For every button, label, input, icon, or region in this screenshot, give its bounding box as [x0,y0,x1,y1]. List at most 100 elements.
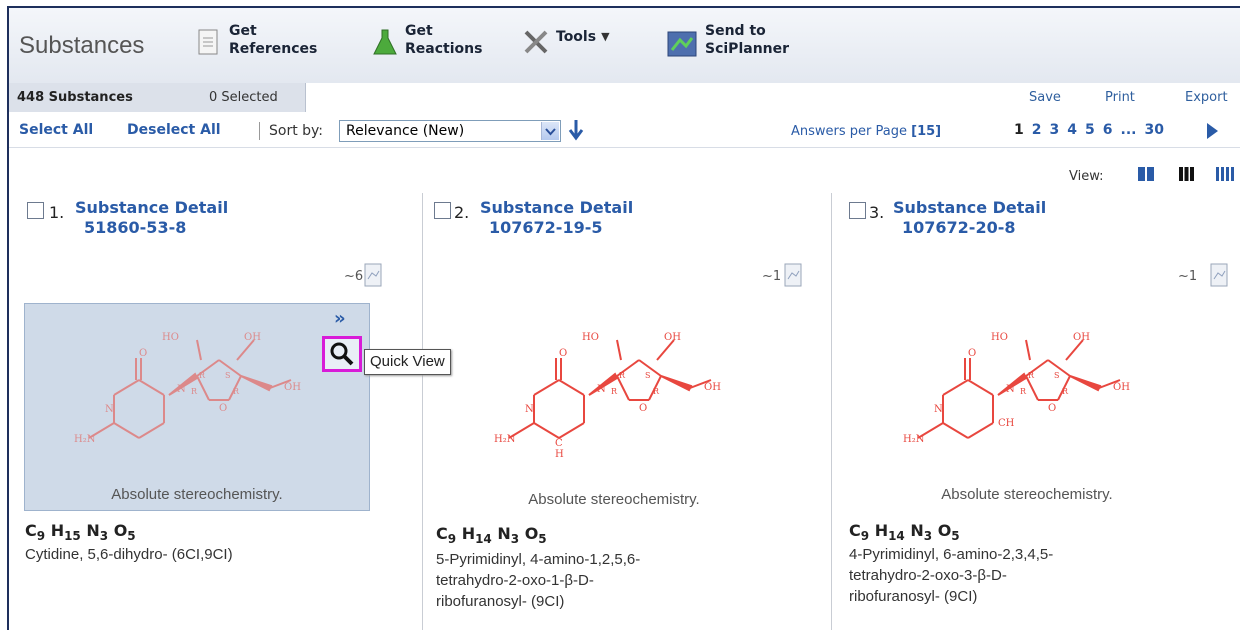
page-link[interactable]: 2 [1032,122,1042,138]
chemical-structure: HO OH O N N O OH H₂N R S R R [74,332,301,445]
page-link[interactable]: 6 [1103,122,1113,138]
stereo-label: S [225,371,230,380]
reference-count: ~1 [1178,269,1198,284]
oxygen-label: O [639,403,647,414]
hydroxyl-label: HO [162,332,179,343]
substance-detail-title: Substance Detail [480,198,634,217]
substance-name-line: ribofuranosyl- (9CI) [849,588,978,605]
substance-name-line: ribofuranosyl- (9CI) [436,593,565,610]
substance-detail-link[interactable]: Substance Detail 51860-53-8 [75,198,228,238]
cas-number: 51860-53-8 [84,218,187,237]
oxygen-label: O [139,348,147,359]
hydroxyl-label: HO [582,332,599,343]
view-label: View: [1069,169,1104,184]
column-divider [422,193,423,630]
substance-name-line: Cytidine, 5,6-dihydro- (6CI,9CI) [25,546,233,563]
save-link[interactable]: Save [1029,90,1061,105]
next-page-icon[interactable] [1205,123,1219,139]
send-to-sciplanner-button[interactable]: Send to SciPlanner [665,22,789,60]
flask-icon [373,29,397,55]
page-link[interactable]: 4 [1067,122,1077,138]
page-ellipsis: ... [1120,122,1137,138]
stereo-label: R [653,387,660,396]
answers-per-page-control[interactable]: Answers per Page [15] [791,124,941,139]
export-link[interactable]: Export [1185,90,1228,105]
sort-by-label: Sort by: [269,123,324,139]
stereo-label: R [233,387,240,396]
carbon-label: C [555,438,563,449]
cas-number: 107672-19-5 [489,218,603,237]
answers-per-page-label: Answers per Page [791,124,907,139]
amine-label: H₂N [494,434,516,445]
nitrogen-label: N [177,384,186,395]
result-card-2: 2. Substance Detail 107672-19-5 ~1 HO OH… [424,193,829,630]
sort-descending-icon[interactable] [567,118,585,142]
sort-select[interactable]: Relevance (New) [339,120,561,142]
sort-bar: Select All Deselect All Sort by: Relevan… [9,113,1240,148]
send-to-sciplanner-label: Send to SciPlanner [705,23,790,57]
hydroxyl-label: OH [244,332,261,343]
result-checkbox[interactable] [434,202,451,219]
get-references-button[interactable]: Get References [195,22,317,60]
stereo-label: R [1020,387,1027,396]
stereo-label: R [1062,387,1069,396]
column-divider [831,193,832,630]
result-card-3: 3. Substance Detail 107672-20-8 ~1 HO OH… [833,193,1238,630]
three-column-view-icon[interactable] [1175,165,1197,183]
selected-count: 0 Selected [209,90,278,105]
dropdown-arrow-icon [541,122,559,140]
substance-detail-title: Substance Detail [893,198,1047,217]
amine-label: H₂N [903,434,925,445]
two-column-view-icon[interactable] [1135,165,1157,183]
substance-detail-link[interactable]: Substance Detail 107672-19-5 [480,198,633,238]
chemical-structure: HO OH O N N O OH H₂N C H R S R R [494,332,721,460]
structure-document-icon[interactable] [1210,263,1228,287]
page-link[interactable]: 1 [1014,122,1024,138]
app-frame: Substances Get References Get Reactions … [7,6,1240,630]
hydroxyl-label: HO [991,332,1008,343]
get-reactions-label: Get Reactions [405,23,483,57]
toolbar: Substances Get References Get Reactions … [9,8,1240,84]
pagination: 1 2 3 4 5 6 ... 30 [1014,122,1164,138]
nitrogen-label: N [597,384,606,395]
result-checkbox[interactable] [849,202,866,219]
stereo-label: R [611,387,618,396]
nitrogen-label: N [934,404,943,415]
stereo-label: R [199,371,206,380]
get-reactions-button[interactable]: Get Reactions [371,22,482,60]
structure-document-icon[interactable] [364,263,382,287]
substance-name: 5-Pyrimidinyl, 4-amino-1,2,5,6- tetrahyd… [436,549,756,612]
page-link[interactable]: 5 [1085,122,1095,138]
result-number: 1. [49,203,65,222]
substance-detail-link[interactable]: Substance Detail 107672-20-8 [893,198,1046,238]
magnifier-icon [330,342,354,366]
deselect-all-link[interactable]: Deselect All [127,122,221,138]
select-all-link[interactable]: Select All [19,122,93,138]
four-column-view-icon[interactable] [1213,165,1235,183]
sciplanner-icon [667,31,697,57]
reference-count: ~6 [344,269,364,284]
substance-detail-title: Substance Detail [75,198,229,217]
reference-count: ~1 [762,269,782,284]
stereo-label: R [619,371,626,380]
page-link[interactable]: 3 [1050,122,1060,138]
substance-name-line: tetrahydro-2-oxo-3-β-D- [849,567,1007,584]
expand-panel-button[interactable]: » [334,308,354,329]
tools-label: Tools [556,29,597,45]
stereo-label: S [645,371,650,380]
results-info-bar: 448 Substances 0 Selected Save Print Exp… [9,83,1240,114]
result-count-box: 448 Substances 0 Selected [9,83,306,112]
page-title: Substances [19,32,145,59]
divider [259,122,260,140]
structure-document-icon[interactable] [784,263,802,287]
quick-view-button[interactable] [322,336,362,372]
substance-name-line: 5-Pyrimidinyl, 4-amino-1,2,5,6- [436,551,641,568]
page-link[interactable]: 30 [1144,122,1163,138]
print-link[interactable]: Print [1105,90,1135,105]
substance-count: 448 Substances [17,90,133,105]
nitrogen-label: N [525,404,534,415]
result-checkbox[interactable] [27,202,44,219]
oxygen-label: O [559,348,567,359]
oxygen-label: O [1048,403,1056,414]
tools-menu-button[interactable]: Tools ▼ [522,28,610,60]
